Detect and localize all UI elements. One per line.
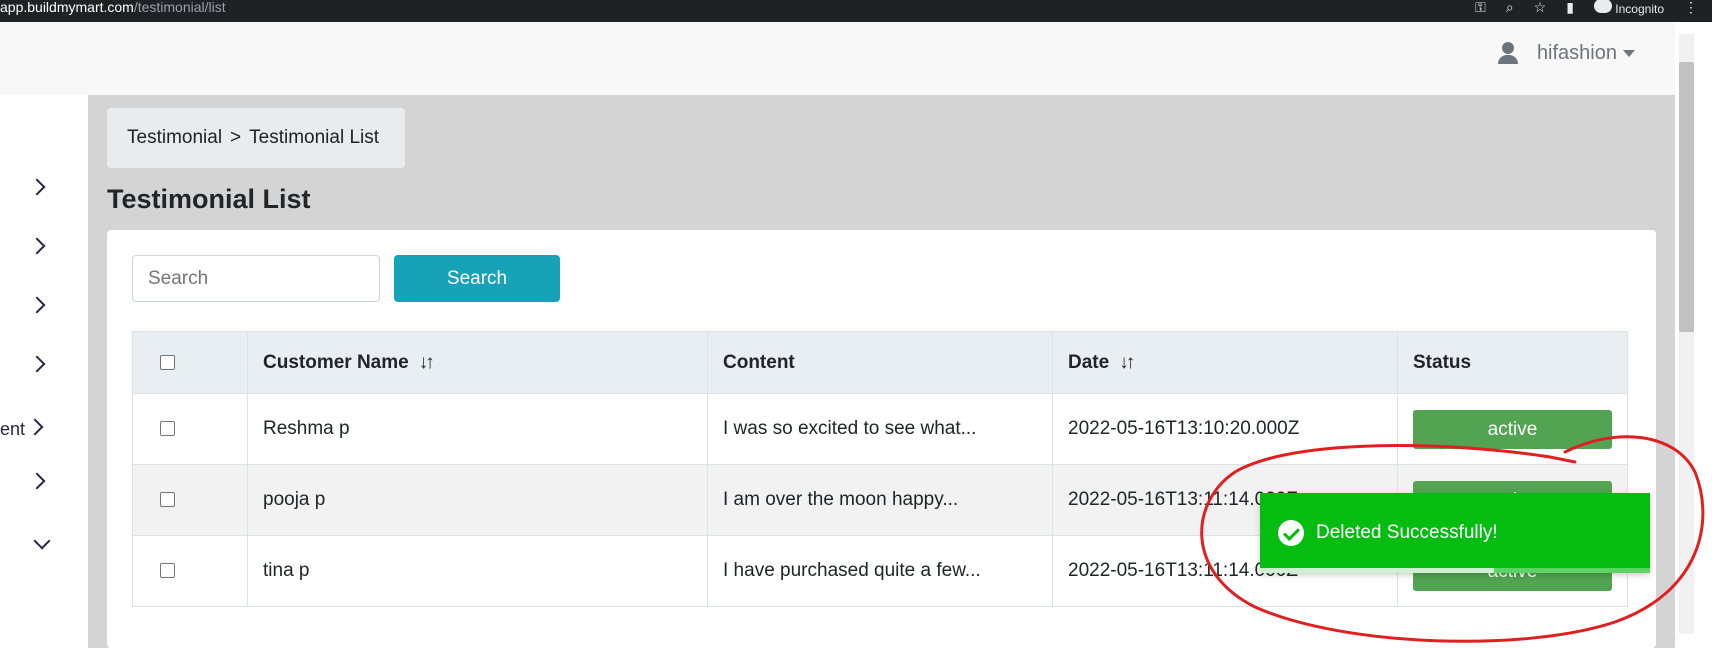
table-header-row: Customer Name ↓↑ Content Date ↓↑ Status	[132, 331, 1628, 394]
top-navbar: hifashion	[0, 22, 1675, 95]
sidebar-item-1[interactable]	[0, 171, 88, 211]
cell-customer-name: Reshma p	[247, 393, 708, 465]
browser-toolbar: app.buildmymart.com/testimonial/list ⚿ ⌕…	[0, 0, 1712, 22]
sidebar-item-2[interactable]	[0, 230, 88, 270]
breadcrumb: Testimonial > Testimonial List	[107, 108, 405, 168]
column-header-status: Status	[1397, 331, 1628, 394]
url-path: /testimonial/list	[133, 0, 226, 15]
key-icon[interactable]: ⚿	[1475, 0, 1486, 14]
sort-icon[interactable]: ↓↑	[1119, 352, 1135, 374]
chevron-down-icon	[33, 532, 51, 550]
column-label: Content	[723, 351, 795, 373]
sidebar-icon[interactable]: ▮	[1566, 0, 1574, 14]
caret-down-icon	[1623, 49, 1635, 57]
row-select-cell	[132, 393, 248, 465]
zoom-icon[interactable]: ⌕	[1506, 0, 1514, 14]
breadcrumb-parent[interactable]: Testimonial	[127, 127, 222, 149]
row-select-cell	[132, 464, 248, 536]
more-icon[interactable]: ⋮	[1684, 0, 1698, 14]
url-domain: app.buildmymart.com	[0, 0, 134, 15]
column-label: Date	[1068, 351, 1110, 373]
row-checkbox[interactable]	[160, 421, 175, 437]
toast-progress-bar	[1260, 568, 1650, 573]
sidebar-item-6[interactable]	[0, 465, 88, 505]
cell-content: I have purchased quite a few...	[707, 535, 1053, 607]
chevron-right-icon	[28, 296, 46, 314]
chevron-right-icon	[28, 237, 46, 255]
username: hifashion	[1536, 41, 1617, 64]
row-select-cell	[132, 535, 248, 607]
sidebar: ent	[0, 95, 88, 648]
column-header-customer-name[interactable]: Customer Name ↓↑	[247, 331, 708, 394]
check-circle-icon	[1278, 520, 1304, 546]
cell-customer-name: tina p	[247, 535, 708, 607]
testimonial-card: Search Customer Name ↓↑ Content Date ↓↑ St…	[107, 230, 1656, 648]
incognito-indicator[interactable]: Incognito	[1593, 0, 1664, 16]
header-select-cell	[132, 331, 248, 394]
toast-message: Deleted Successfully!	[1316, 522, 1498, 543]
chevron-right-icon	[28, 178, 46, 196]
cell-status: active	[1397, 393, 1628, 465]
chevron-right-icon	[28, 355, 46, 373]
sidebar-item-3[interactable]	[0, 289, 88, 329]
sidebar-item-5[interactable]: ent	[0, 411, 88, 451]
row-checkbox[interactable]	[160, 563, 175, 579]
search-input[interactable]	[132, 255, 380, 302]
sidebar-item-7[interactable]	[0, 530, 88, 570]
incognito-icon	[1593, 0, 1612, 13]
column-label: Status	[1413, 351, 1472, 373]
star-icon[interactable]: ☆	[1534, 0, 1547, 14]
incognito-label: Incognito	[1615, 1, 1664, 16]
user-menu[interactable]: hifashion	[1497, 38, 1635, 68]
chevron-right-icon	[28, 472, 46, 490]
toast-progress-fill	[1260, 568, 1494, 573]
table-row: Reshma p I was so excited to see what...…	[132, 393, 1628, 465]
address-bar[interactable]: app.buildmymart.com/testimonial/list	[0, 0, 226, 14]
column-label: Customer Name	[263, 351, 409, 373]
scroll-thumb[interactable]	[1679, 62, 1694, 332]
chevron-right-icon	[26, 418, 44, 436]
cell-date: 2022-05-16T13:10:20.000Z	[1052, 393, 1398, 465]
sort-icon[interactable]: ↓↑	[419, 352, 435, 374]
search-button[interactable]: Search	[394, 255, 560, 302]
page-title: Testimonial List	[107, 184, 311, 214]
column-header-date[interactable]: Date ↓↑	[1052, 331, 1398, 394]
select-all-checkbox[interactable]	[160, 354, 175, 370]
breadcrumb-current: Testimonial List	[249, 127, 380, 148]
success-toast[interactable]: Deleted Successfully!	[1260, 493, 1650, 573]
row-checkbox[interactable]	[160, 492, 175, 508]
cell-content: I was so excited to see what...	[707, 393, 1053, 465]
cell-content: I am over the moon happy...	[707, 464, 1053, 536]
page-scrollbar[interactable]	[1675, 22, 1712, 648]
user-icon	[1497, 42, 1519, 64]
cell-customer-name: pooja p	[247, 464, 708, 536]
column-header-content: Content	[707, 331, 1053, 394]
status-badge[interactable]: active	[1413, 409, 1612, 449]
sidebar-item-4[interactable]	[0, 348, 88, 388]
breadcrumb-separator: >	[230, 127, 242, 148]
sidebar-item-label: ent	[0, 419, 26, 439]
